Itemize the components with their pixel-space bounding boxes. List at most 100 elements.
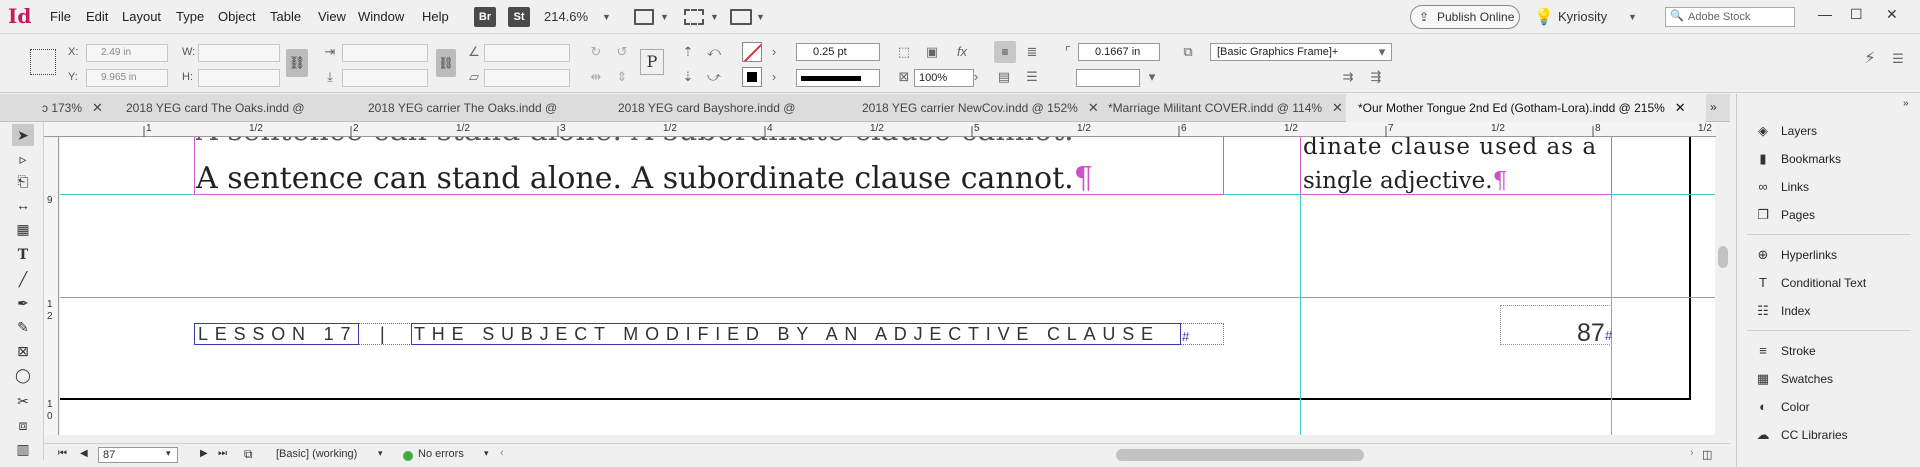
screen-mode-icon[interactable] <box>684 9 704 25</box>
selection-tool-icon[interactable]: ➤ <box>12 124 34 146</box>
tab-document[interactable]: *Marriage Militant COVER.indd @ 114% ✕ <box>1096 94 1346 122</box>
panel-swatches[interactable]: ▦ Swatches <box>1747 366 1917 392</box>
panel-menu-icon[interactable]: ☰ <box>1890 51 1906 67</box>
menu-object[interactable]: Object <box>218 9 256 24</box>
free-transform-tool-icon[interactable]: ⧈ <box>12 414 34 436</box>
opacity-field[interactable]: 100% <box>914 69 974 87</box>
menu-edit[interactable]: Edit <box>86 9 108 24</box>
menu-table[interactable]: Table <box>270 9 301 24</box>
minimize-icon[interactable]: — <box>1818 6 1832 22</box>
vertical-scroll-thumb[interactable] <box>1718 246 1728 268</box>
vertical-scrollbar[interactable] <box>1716 122 1730 443</box>
text-wrap-options-icon[interactable]: ☰ <box>1024 69 1040 85</box>
line-tool-icon[interactable]: ╱ <box>12 268 34 290</box>
scroll-right-icon[interactable]: › <box>1690 447 1694 459</box>
scissors-tool-icon[interactable]: ✂ <box>12 390 34 412</box>
split-view-icon[interactable]: ◫ <box>1702 448 1712 461</box>
panel-bookmarks[interactable]: ▮ Bookmarks <box>1747 146 1917 172</box>
previous-page-icon[interactable]: ◀ <box>80 448 88 459</box>
align-center-icon[interactable]: ≣ <box>1024 44 1040 60</box>
flip-vertical-icon[interactable]: ⇕ <box>614 69 630 85</box>
shear-field[interactable] <box>484 69 570 87</box>
tab-document[interactable]: ᴐ 173% ✕ <box>30 94 126 122</box>
menu-view[interactable]: View <box>318 9 346 24</box>
last-page-icon[interactable]: ⏭ <box>218 448 227 459</box>
lightning-icon[interactable]: ⚡ <box>1862 51 1878 67</box>
chevron-right-icon[interactable]: › <box>766 69 782 85</box>
panel-stroke[interactable]: ≡ Stroke <box>1747 338 1917 364</box>
content-collector-icon[interactable]: ▦ <box>12 218 34 240</box>
more-tabs-icon[interactable]: » <box>1710 100 1717 114</box>
corner-options-icon[interactable]: ⌜ <box>1060 44 1076 60</box>
lightbulb-icon[interactable]: 💡 <box>1534 7 1554 27</box>
horizontal-ruler[interactable]: 1 1/2 2 1/2 3 1/2 4 1/2 5 1/2 6 1/2 7 1/… <box>44 122 1730 137</box>
panel-color[interactable]: ◐ Color <box>1747 394 1917 420</box>
scroll-left-icon[interactable]: ‹ <box>500 447 504 459</box>
chevron-down-icon[interactable]: ▼ <box>660 12 669 22</box>
stroke-weight-field[interactable]: 0.25 pt <box>796 43 880 61</box>
open-page-icon[interactable]: ⧉ <box>244 447 253 462</box>
rectangle-frame-tool-icon[interactable]: ⊠ <box>12 340 34 362</box>
view-options-icon[interactable] <box>634 9 654 25</box>
chevron-down-icon[interactable]: ▾ <box>1374 44 1390 60</box>
constrain-proportions-icon[interactable]: ⛓ <box>286 49 308 77</box>
tab-document[interactable]: 2018 YEG card The Oaks.indd @ 107%✕ <box>114 94 354 143</box>
chevron-down-icon[interactable]: ▾ <box>484 448 489 459</box>
chevron-down-icon[interactable]: ▾ <box>378 448 383 459</box>
chevron-right-icon[interactable]: › <box>766 44 782 60</box>
tab-document[interactable]: 2018 YEG carrier The Oaks.indd @ 152%✕ <box>356 94 606 143</box>
bridge-button[interactable]: Br <box>474 7 496 27</box>
zoom-dropdown-icon[interactable]: ▼ <box>602 12 611 22</box>
gradient-tool-icon[interactable]: ▥ <box>12 438 34 460</box>
select-content-icon[interactable]: ⇣ <box>680 69 696 85</box>
stroke-swatch-icon[interactable] <box>742 67 762 87</box>
chevron-down-icon[interactable]: ▾ <box>1144 69 1160 85</box>
scale-x-field[interactable] <box>342 44 428 62</box>
scale-y-field[interactable] <box>342 69 428 87</box>
close-icon[interactable]: ✕ <box>1332 100 1343 115</box>
preflight-status[interactable]: No errors <box>418 448 464 460</box>
constrain-scale-icon[interactable]: ⛓ <box>436 49 456 77</box>
fill-swatch-none-icon[interactable] <box>742 42 762 62</box>
menu-window[interactable]: Window <box>358 9 404 24</box>
object-style-dropdown[interactable]: [Basic Graphics Frame]+ <box>1210 43 1392 61</box>
next-page-icon[interactable]: ▶ <box>200 448 208 459</box>
panel-index[interactable]: ☷ Index <box>1747 298 1917 324</box>
document-canvas[interactable]: A sentence can stand alone. A subordinat… <box>60 137 1715 435</box>
corner-size-field[interactable]: 0.1667 in <box>1078 43 1160 61</box>
maximize-icon[interactable]: ☐ <box>1850 6 1863 23</box>
chevron-down-icon[interactable]: ▾ <box>166 448 171 459</box>
text-wrap-icon[interactable]: ▤ <box>996 69 1012 85</box>
ellipse-tool-icon[interactable]: ◯ <box>12 364 34 386</box>
tab-document[interactable]: 2018 YEG carrier NewCov.indd @ 152% ✕ <box>850 94 1100 122</box>
page-tool-icon[interactable]: ⎗ <box>12 170 34 192</box>
close-icon[interactable]: ✕ <box>1886 6 1898 23</box>
rotate-ccw-icon[interactable]: ↺ <box>614 44 630 60</box>
select-container-icon[interactable]: ⇡ <box>680 44 696 60</box>
menu-help[interactable]: Help <box>422 9 449 24</box>
frame-fitting-icon[interactable]: ⬚ <box>896 44 912 60</box>
width-field[interactable] <box>198 44 280 62</box>
select-previous-icon[interactable]: ⤺ <box>706 44 722 60</box>
panel-cc-libraries[interactable]: ☁ CC Libraries <box>1747 422 1917 448</box>
rotation-field[interactable] <box>484 44 570 62</box>
stock-button[interactable]: St <box>508 7 530 27</box>
panel-conditional-text[interactable]: T Conditional Text <box>1747 270 1917 296</box>
corner-shape-dropdown[interactable] <box>1076 69 1140 87</box>
collapse-panels-icon[interactable]: » <box>1903 98 1909 109</box>
chevron-down-icon[interactable]: ▼ <box>710 12 719 22</box>
panel-hyperlinks[interactable]: ⊕ Hyperlinks <box>1747 242 1917 268</box>
menu-file[interactable]: File <box>50 9 71 24</box>
select-next-icon[interactable]: ⤻ <box>706 69 722 85</box>
panel-pages[interactable]: ❐ Pages <box>1747 202 1917 228</box>
zoom-level[interactable]: 214.6% <box>544 9 588 24</box>
reference-point-icon[interactable] <box>30 49 56 75</box>
user-account[interactable]: Kyriosity <box>1558 9 1607 24</box>
chevron-right-icon[interactable]: › <box>968 69 984 85</box>
pencil-tool-icon[interactable]: ✎ <box>12 316 34 338</box>
pen-tool-icon[interactable]: ✒ <box>12 292 34 314</box>
tab-document-active[interactable]: *Our Mother Tongue 2nd Ed (Gotham-Lora).… <box>1346 94 1706 122</box>
arrange-documents-icon[interactable] <box>730 9 752 25</box>
menu-type[interactable]: Type <box>176 9 204 24</box>
fit-content-icon[interactable]: ▣ <box>924 44 940 60</box>
